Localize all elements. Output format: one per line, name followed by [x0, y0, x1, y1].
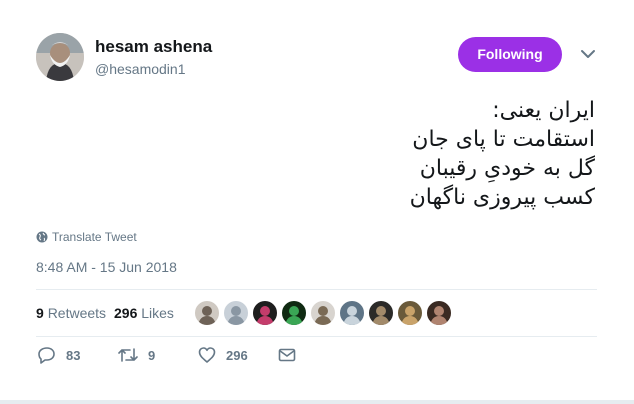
translate-tweet-link[interactable]: Translate Tweet [36, 230, 137, 244]
user-avatar[interactable] [36, 33, 84, 81]
liker-avatar[interactable] [368, 300, 394, 326]
avatar-image [198, 306, 216, 325]
tweet-card: hesam ashena @hesamodin1 Following ایران… [0, 0, 634, 404]
translate-label: Translate Tweet [52, 230, 137, 244]
liker-avatar[interactable] [426, 300, 452, 326]
liker-avatar[interactable] [281, 300, 307, 326]
tweet-text: ایران یعنی: استقامت تا پای جان گل به خود… [265, 96, 595, 212]
direct-message-button[interactable] [278, 346, 306, 364]
like-count: 296 [226, 347, 248, 363]
avatar-image [343, 306, 361, 325]
liker-avatar[interactable] [397, 300, 423, 326]
likes-count: 296 [114, 305, 138, 321]
tweet-line: ایران یعنی: [492, 98, 595, 123]
avatar-image [256, 306, 274, 325]
tweet-line: کسب پیروزی ناگهان [409, 185, 595, 210]
globe-icon [36, 231, 48, 243]
liker-avatar[interactable] [252, 300, 278, 326]
like-button[interactable]: 296 [198, 346, 248, 364]
divider [36, 336, 597, 337]
reply-icon [38, 347, 55, 364]
retweets-label: Retweets [47, 305, 107, 321]
envelope-icon [278, 348, 296, 362]
tweet-line: استقامت تا پای جان [412, 127, 595, 152]
avatar-image [227, 306, 245, 325]
card-bottom-border [0, 400, 634, 404]
retweet-count: 9 [148, 347, 156, 363]
avatar-image [401, 306, 419, 325]
retweet-icon [118, 348, 138, 362]
avatar-image [314, 306, 332, 325]
tweet-line: گل به خودیِ رقیبان [419, 156, 595, 181]
liker-avatar[interactable] [339, 300, 365, 326]
following-button[interactable]: Following [458, 37, 562, 72]
user-display-name[interactable]: hesam ashena [95, 37, 212, 57]
liker-avatar[interactable] [223, 300, 249, 326]
avatar-image [36, 33, 84, 81]
chevron-down-icon[interactable] [580, 46, 596, 62]
retweet-button[interactable]: 9 [118, 346, 155, 364]
likes-label: Likes [141, 305, 174, 321]
avatar-image [285, 306, 303, 325]
reply-button[interactable]: 83 [38, 346, 80, 364]
heart-icon [198, 347, 216, 363]
divider [36, 289, 597, 290]
retweets-stat[interactable]: 9 Retweets [36, 305, 106, 321]
avatar-image [372, 306, 390, 325]
likes-stat[interactable]: 296 Likes [114, 305, 174, 321]
avatar-image [430, 306, 448, 325]
reply-count: 83 [66, 347, 81, 363]
retweets-count: 9 [36, 305, 44, 321]
liker-avatar[interactable] [310, 300, 336, 326]
liker-avatar[interactable] [194, 300, 220, 326]
user-handle[interactable]: @hesamodin1 [95, 61, 186, 77]
tweet-timestamp[interactable]: 8:48 AM - 15 Jun 2018 [36, 259, 177, 275]
